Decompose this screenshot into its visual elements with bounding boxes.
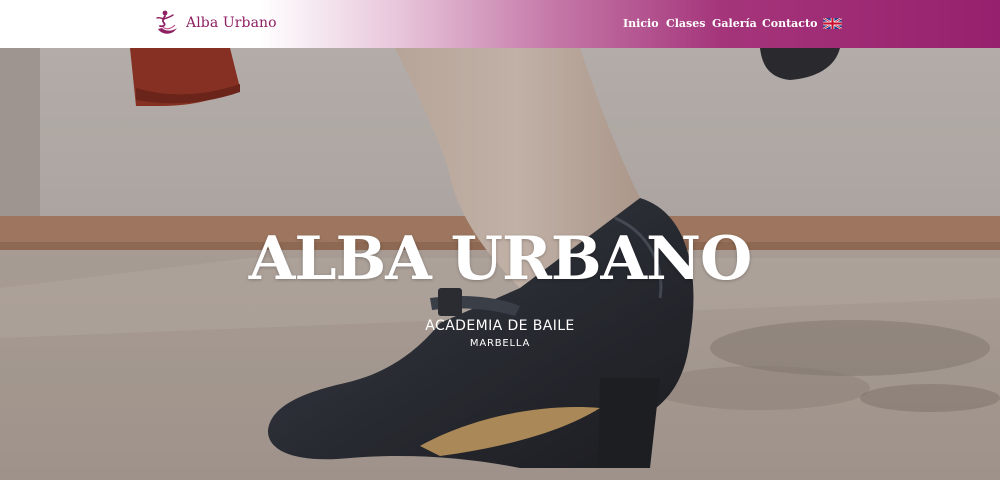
hero-title: ALBA URBANO <box>248 224 752 294</box>
nav-galeria[interactable]: Galería <box>712 17 757 30</box>
main-nav: Inicio Clases Galería Contacto <box>0 17 1000 33</box>
site-header: Alba Urbano Inicio Clases Galería Contac… <box>0 0 1000 48</box>
nav-inicio[interactable]: Inicio <box>623 17 659 30</box>
hero-subtitle: ACADEMIA DE BAILE <box>425 318 575 334</box>
nav-contacto[interactable]: Contacto <box>762 17 817 30</box>
hero-location: MARBELLA <box>469 338 531 349</box>
uk-flag-icon[interactable] <box>823 18 842 29</box>
hero-section: ALBA URBANO ACADEMIA DE BAILE MARBELLA <box>0 48 1000 480</box>
nav-clases[interactable]: Clases <box>666 17 705 30</box>
